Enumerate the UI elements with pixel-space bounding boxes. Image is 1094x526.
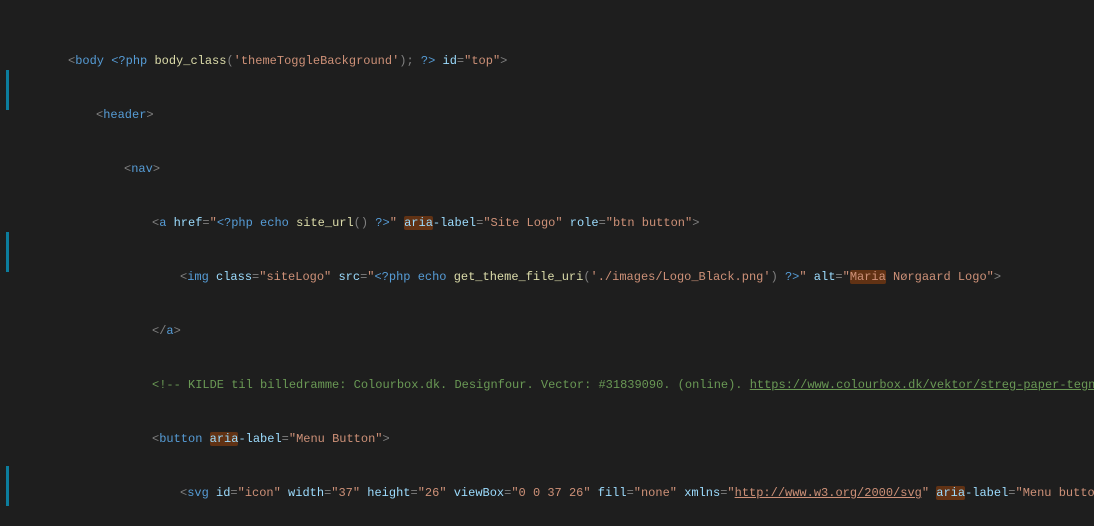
gutter: [0, 0, 36, 526]
code-line[interactable]: <body <?php body_class('themeToggleBackg…: [40, 52, 1094, 70]
code-line[interactable]: <button aria-label="Menu Button">: [40, 430, 1094, 448]
code-line[interactable]: <header>: [40, 106, 1094, 124]
code-line[interactable]: </a>: [40, 322, 1094, 340]
code-line[interactable]: <img class="siteLogo" src="<?php echo ge…: [40, 268, 1094, 286]
code-line[interactable]: <svg id="icon" width="37" height="26" vi…: [40, 484, 1094, 502]
code-line[interactable]: <nav>: [40, 160, 1094, 178]
code-editor[interactable]: <body <?php body_class('themeToggleBackg…: [0, 0, 1094, 526]
code-line[interactable]: <!-- KILDE til billedramme: Colourbox.dk…: [40, 376, 1094, 394]
code-area[interactable]: <body <?php body_class('themeToggleBackg…: [36, 0, 1094, 526]
code-line[interactable]: <a href="<?php echo site_url() ?>" aria-…: [40, 214, 1094, 232]
